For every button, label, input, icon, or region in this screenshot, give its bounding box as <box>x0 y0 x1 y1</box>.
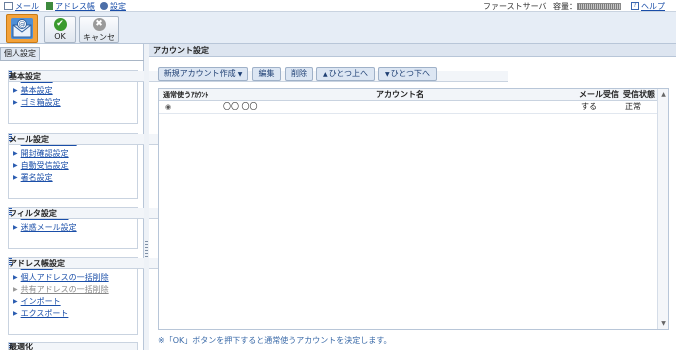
action-button-row: 新規アカウント作成 ▼ 編集 削除 ▲ひとつ上へ ▼ひとつ下へ <box>158 67 458 81</box>
group-title: 基本設定 <box>9 72 41 81</box>
mail-link[interactable]: メール <box>15 1 39 12</box>
envelope-icon <box>4 2 13 10</box>
footer-note: ※「OK」ボタンを押下すると通常使うアカウントを決定します。 <box>158 336 392 345</box>
arrow-right-icon: ▶ <box>13 310 18 317</box>
arrow-right-icon: ▶ <box>13 150 18 157</box>
sidebar-item-personal-delete[interactable]: ▶ 個人アドレスの一括削除 <box>13 272 133 284</box>
ok-label: OK <box>54 32 66 41</box>
sidebar-item-basic[interactable]: ▶ 基本設定 <box>13 85 133 97</box>
group-addressbook: アドレス帳設定 ▶表示設定 ▶個人アドレスの一括削除 ▶共有アドレスの一括削除 … <box>8 257 508 335</box>
cancel-button[interactable]: ✖ キャンセル <box>79 16 119 53</box>
sidebar-item-label[interactable]: 個人アドレスの一括削除 <box>21 272 109 284</box>
arrow-right-icon: ▶ <box>13 298 18 305</box>
move-up-button[interactable]: ▲ひとつ上へ <box>316 67 375 81</box>
capacity: 容量： <box>553 1 621 11</box>
nav-address[interactable]: アドレス帳 <box>46 1 95 11</box>
edit-button[interactable]: 編集 <box>252 67 281 81</box>
header-default-account[interactable]: 通常使うｱｶｳﾝﾄ <box>163 89 227 101</box>
move-down-label: ひとつ下へ <box>390 69 431 78</box>
receive-cell: する <box>581 102 597 111</box>
sidebar-item-label[interactable]: インポート <box>21 296 61 308</box>
account-table: 通常使うｱｶｳﾝﾄ アカウント名 メール受信 受信状態 ◉ 〇〇 〇〇 する 正… <box>158 88 669 330</box>
group-header: 最適化 <box>9 342 137 350</box>
sidebar-item-label[interactable]: 自動受信設定 <box>21 160 69 172</box>
toolbar: @ ✔ OK ✖ キャンセル <box>0 12 676 53</box>
help-icon: ? <box>631 2 639 10</box>
svg-text:@: @ <box>19 21 26 29</box>
group-filter: フィルタ設定 ▶フィルタ設定 ▶迷惑メール設定 <box>8 207 508 249</box>
account-name-cell: 〇〇 〇〇 <box>223 102 258 111</box>
scroll-down-icon[interactable]: ▼ <box>659 319 668 328</box>
capacity-label: 容量： <box>553 1 577 11</box>
delete-button[interactable]: 削除 <box>285 67 313 81</box>
arrow-down-icon: ▼ <box>384 71 390 78</box>
check-icon: ✔ <box>53 18 67 31</box>
header-receive-status[interactable]: 受信状態 <box>623 89 655 101</box>
sidebar-item-label[interactable]: 開封確認設定 <box>21 148 69 160</box>
default-radio[interactable]: ◉ <box>165 101 171 113</box>
arrow-right-icon: ▶ <box>13 162 18 169</box>
sidebar-item-label[interactable]: 迷惑メール設定 <box>21 222 77 234</box>
move-up-label: ひとつ上へ <box>328 69 369 78</box>
sidebar-item-label[interactable]: ゴミ箱設定 <box>21 97 61 109</box>
close-icon: ✖ <box>92 18 106 31</box>
new-account-button[interactable]: 新規アカウント作成 ▼ <box>158 67 248 81</box>
addressbook-icon <box>46 2 53 10</box>
ok-button[interactable]: ✔ OK <box>44 16 76 43</box>
server-name: ファーストサーバ <box>483 1 547 11</box>
arrow-right-icon: ▶ <box>13 224 18 231</box>
sidebar-item-shared-delete: ▶ 共有アドレスの一括削除 <box>13 284 133 296</box>
sidebar-item-label[interactable]: エクスポート <box>21 308 69 320</box>
sidebar-item-label: 共有アドレスの一括削除 <box>20 285 109 294</box>
tab-personal-settings[interactable]: 個人設定 <box>0 47 40 60</box>
sidebar-tab-divider <box>0 60 144 61</box>
sidebar-item-auto-receive[interactable]: ▶ 自動受信設定 <box>13 160 133 172</box>
arrow-right-icon: ▶ <box>13 274 18 281</box>
table-scrollbar[interactable]: ▲ ▼ <box>657 89 668 329</box>
scroll-up-icon[interactable]: ▲ <box>659 90 668 99</box>
dropdown-caret-icon: ▼ <box>237 71 243 78</box>
gear-icon <box>100 2 108 10</box>
table-row[interactable]: ◉ 〇〇 〇〇 する 正常 <box>159 101 658 114</box>
sidebar-item-read-receipt[interactable]: ▶ 開封確認設定 <box>13 148 133 160</box>
sidebar-item-spam[interactable]: ▶ 迷惑メール設定 <box>13 222 133 234</box>
panel-splitter[interactable] <box>144 44 149 350</box>
arrow-up-icon: ▲ <box>322 71 328 78</box>
status-cell: 正常 <box>625 102 641 111</box>
nav-help[interactable]: ? ヘルプ <box>631 1 665 11</box>
arrow-right-icon: ▶ <box>13 99 18 106</box>
mail-app-button[interactable]: @ <box>6 14 38 43</box>
sidebar-item-signature[interactable]: ▶ 署名設定 <box>13 172 133 184</box>
move-down-button[interactable]: ▼ひとつ下へ <box>378 67 437 81</box>
group-optimize: 最適化 <box>8 342 138 350</box>
sidebar-item-export[interactable]: ▶ エクスポート <box>13 308 133 320</box>
table-header: 通常使うｱｶｳﾝﾄ アカウント名 メール受信 受信状態 <box>159 89 658 101</box>
group-title: 最適化 <box>9 342 33 350</box>
group-title: メール設定 <box>9 135 49 144</box>
capacity-bar <box>577 2 621 10</box>
nav-settings[interactable]: 設定 <box>100 1 126 11</box>
settings-link[interactable]: 設定 <box>110 1 126 12</box>
top-nav-bar: メール アドレス帳 設定 ファーストサーバ 容量： ? ヘルプ <box>0 0 676 12</box>
sidebar-item-trash[interactable]: ▶ ゴミ箱設定 <box>13 97 133 109</box>
sidebar-item-label[interactable]: 基本設定 <box>21 85 53 97</box>
header-account-name[interactable]: アカウント名 <box>376 89 424 101</box>
page-title: アカウント設定 <box>149 44 676 57</box>
group-title: フィルタ設定 <box>9 209 57 218</box>
sidebar-item-import[interactable]: ▶ インポート <box>13 296 133 308</box>
sidebar-item-label[interactable]: 署名設定 <box>21 172 53 184</box>
arrow-right-icon: ▶ <box>13 174 18 181</box>
address-link[interactable]: アドレス帳 <box>55 1 95 12</box>
new-account-label: 新規アカウント作成 <box>163 69 236 78</box>
header-mail-receive[interactable]: メール受信 <box>579 89 619 101</box>
mail-at-icon: @ <box>11 18 33 39</box>
arrow-right-icon: ▶ <box>13 87 18 94</box>
splitter-grip-icon <box>145 241 148 257</box>
group-mail: メール設定 ▶アカウント設定 ▶開封確認設定 ▶自動受信設定 ▶署名設定 <box>8 133 508 199</box>
arrow-right-icon: ▶ <box>13 286 18 293</box>
help-link[interactable]: ヘルプ <box>641 1 665 12</box>
nav-mail[interactable]: メール <box>4 1 39 11</box>
group-basic: 基本設定 ▶表示設定 ▶基本設定 ▶ゴミ箱設定 <box>8 70 508 124</box>
group-title: アドレス帳設定 <box>9 259 65 268</box>
